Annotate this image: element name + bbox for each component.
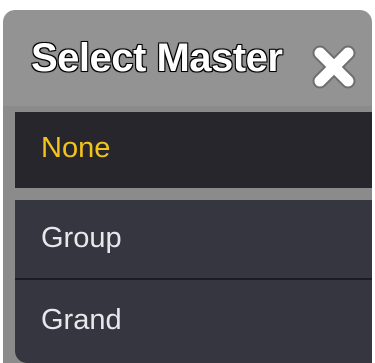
- select-master-dialog: Select Master None Group Grand: [0, 0, 375, 363]
- option-group[interactable]: Group: [15, 200, 372, 278]
- option-none[interactable]: None: [15, 112, 372, 188]
- dialog-title: Select Master: [30, 36, 283, 81]
- option-grand-label: Grand: [41, 304, 122, 336]
- dialog-titlebar: Select Master: [3, 10, 372, 106]
- option-list: None Group Grand: [3, 106, 372, 363]
- option-group-label: Group: [41, 222, 122, 254]
- close-x-icon: [312, 45, 356, 89]
- option-none-label: None: [41, 132, 111, 164]
- close-button[interactable]: [309, 42, 359, 92]
- option-grand[interactable]: Grand: [15, 280, 372, 363]
